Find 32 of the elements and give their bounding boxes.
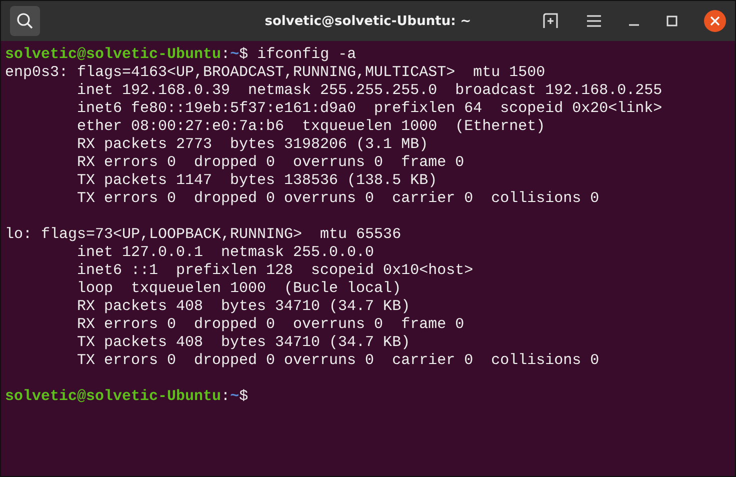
prompt-path: ~ [230, 388, 240, 405]
output-line: inet6 ::1 prefixlen 128 scopeid 0x10<host> [76, 262, 474, 279]
window-title: solvetic@solvetic-Ubuntu: ~ [264, 14, 472, 28]
output-line: TX errors 0 dropped 0 overruns 0 carrier 0 collisions 0 [76, 190, 600, 207]
output-line: TX packets 1147 bytes 138536 (138.5 KB) [76, 172, 438, 189]
search-button[interactable] [10, 6, 40, 36]
output-line: ether 08:00:27:e0:7a:b6 txqueuelen 1000 (Ethernet) [76, 118, 546, 135]
output-line: inet6 fe80::19eb:5f37:e161:d9a0 prefixlen 64 scopeid 0x20<link> [76, 100, 662, 117]
prompt-symbol: $ [239, 388, 248, 405]
output-line: RX packets 2773 bytes 3198206 (3.1 MB) [76, 136, 428, 153]
output-line: RX packets 408 bytes 34710 (34.7 KB) [76, 298, 410, 315]
search-icon [16, 12, 34, 30]
prompt-path: ~ [230, 46, 240, 63]
output-line: lo: flags=73<UP,LOOPBACK,RUNNING> mtu 65536 [5, 226, 402, 243]
output-line: TX packets 408 bytes 34710 (34.7 KB) [76, 334, 410, 351]
output-line: RX errors 0 dropped 0 overruns 0 frame 0 [76, 316, 464, 333]
prompt-separator: : [221, 388, 230, 405]
menu-icon[interactable] [586, 14, 602, 28]
output-line: RX errors 0 dropped 0 overruns 0 frame 0 [76, 154, 464, 171]
close-button[interactable] [704, 10, 726, 32]
prompt-user: solvetic@solvetic-Ubuntu [5, 46, 222, 63]
output-line: loop txqueuelen 1000 (Bucle local) [76, 280, 402, 297]
new-tab-icon[interactable] [542, 12, 560, 30]
prompt-symbol: $ [239, 46, 248, 63]
output-line: inet 127.0.0.1 netmask 255.0.0.0 [76, 244, 374, 261]
prompt-user: solvetic@solvetic-Ubuntu [5, 388, 222, 405]
prompt-separator: : [221, 46, 230, 63]
output-line: enp0s3: flags=4163<UP,BROADCAST,RUNNING,MULTICAST> mtu 1500 [5, 64, 546, 81]
output-line: inet 192.168.0.39 netmask 255.255.255.0 broadcast 192.168.0.255 [76, 82, 662, 99]
maximize-icon[interactable] [666, 15, 678, 27]
output-line: TX errors 0 dropped 0 overruns 0 carrier 0 collisions 0 [76, 352, 600, 369]
command-text: ifconfig -a [256, 46, 356, 63]
